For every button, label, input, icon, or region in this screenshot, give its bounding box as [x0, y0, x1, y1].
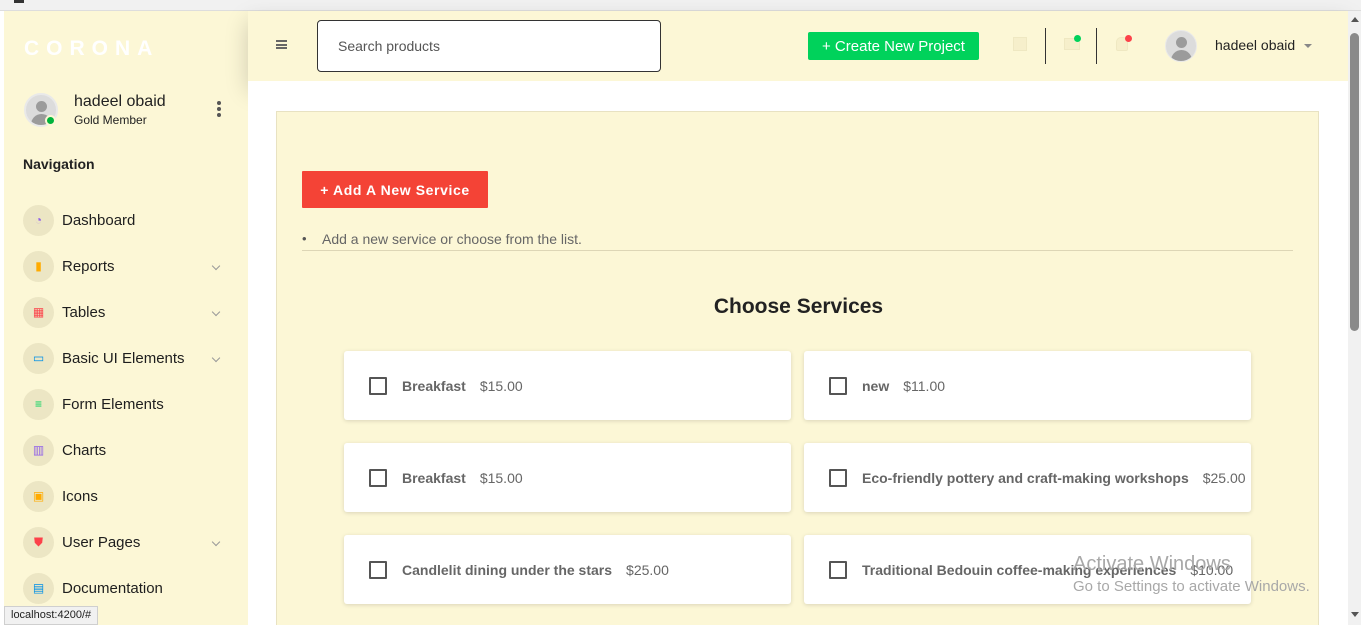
service-option[interactable]: Breakfast $15.00	[344, 443, 791, 512]
email-count-dot	[1074, 35, 1081, 42]
sidebar-item-label: Form Elements	[62, 395, 164, 413]
tab-edge	[14, 0, 24, 3]
chevron-down-icon[interactable]	[211, 261, 221, 271]
service-option[interactable]: Breakfast $15.00	[344, 351, 791, 420]
service-checkbox[interactable]	[369, 376, 387, 395]
speedometer-icon: ◔	[23, 204, 54, 236]
add-service-button[interactable]: + Add A New Service	[302, 171, 488, 208]
brand-logo[interactable]: CORONA	[24, 37, 159, 61]
watermark-title: Activate Windows	[1073, 553, 1231, 575]
profile-name: hadeel obaid	[74, 93, 166, 110]
service-checkbox[interactable]	[829, 560, 847, 579]
bar-chart-icon: ▮	[23, 250, 54, 282]
main-content: + Add A New Service • Add a new service …	[248, 81, 1348, 625]
watermark-subtitle: Go to Settings to activate Windows.	[1073, 578, 1310, 595]
nav-heading: Navigation	[23, 156, 95, 172]
profile-role: Gold Member	[74, 113, 147, 127]
notification-dot	[1125, 35, 1132, 42]
service-name: Breakfast	[402, 469, 466, 486]
search-input[interactable]	[317, 20, 661, 72]
scroll-thumb[interactable]	[1350, 33, 1359, 331]
menu-toggle-icon[interactable]	[276, 40, 287, 49]
chevron-down-icon[interactable]	[211, 537, 221, 547]
page-scrollbar[interactable]	[1348, 11, 1361, 625]
file-document-icon: ▤	[23, 572, 54, 604]
sidebar-item-label: User Pages	[62, 533, 141, 551]
sidebar: CORONA hadeel obaid Gold Member Navigati…	[4, 11, 248, 625]
sidebar-item-label: Documentation	[62, 579, 163, 597]
service-price: $15.00	[479, 469, 523, 486]
top-navbar: + Create New Project hadeel obaid	[248, 11, 1348, 81]
online-status-dot	[45, 115, 56, 126]
sidebar-item-label: Dashboard	[62, 211, 136, 229]
hint-text: Add a new service or choose from the lis…	[322, 231, 582, 247]
sidebar-item-documentation[interactable]: ▤ Documentation	[23, 565, 233, 611]
section-title: Choose Services	[713, 295, 884, 318]
apps-grid-icon[interactable]	[1013, 37, 1027, 51]
sidebar-item-label: Reports	[62, 257, 115, 275]
service-checkbox[interactable]	[829, 376, 847, 395]
service-option[interactable]: Eco-friendly pottery and craft-making wo…	[804, 443, 1251, 512]
sidebar-item-reports[interactable]: ▮ Reports	[23, 243, 233, 289]
scroll-down-icon[interactable]	[1351, 612, 1359, 617]
activation-watermark: Activate Windows Go to Settings to activ…	[1073, 553, 1310, 595]
chevron-down-icon[interactable]	[1304, 44, 1312, 48]
more-vertical-icon[interactable]	[216, 101, 222, 117]
bullet-icon: •	[302, 231, 307, 246]
sidebar-item-label: Icons	[62, 487, 98, 505]
sidebar-profile: hadeel obaid Gold Member	[24, 93, 234, 133]
sidebar-nav: ◔ Dashboard ▮ Reports ▦ Tables ▭ Basic UI Eleme…	[23, 197, 233, 611]
sidebar-item-form-elements[interactable]: ≡ Form Elements	[23, 381, 233, 427]
user-avatar[interactable]	[1165, 30, 1197, 62]
sidebar-item-charts[interactable]: ▥ Charts	[23, 427, 233, 473]
service-checkbox[interactable]	[369, 560, 387, 579]
service-price: $15.00	[479, 377, 523, 394]
user-name[interactable]: hadeel obaid	[1215, 37, 1295, 53]
divider	[1045, 28, 1046, 64]
sidebar-item-icons[interactable]: ▣ Icons	[23, 473, 233, 519]
scroll-up-icon[interactable]	[1351, 17, 1359, 22]
service-name: Candlelit dining under the stars	[402, 561, 613, 578]
sidebar-item-user-pages[interactable]: ⛊ User Pages	[23, 519, 233, 565]
browser-top-strip	[0, 0, 1361, 11]
status-url: localhost:4200/#	[4, 606, 99, 625]
sidebar-item-dashboard[interactable]: ◔ Dashboard	[23, 197, 233, 243]
playlist-icon: ≡	[23, 388, 54, 420]
service-price: $25.00	[1202, 469, 1246, 486]
divider	[1096, 28, 1097, 64]
laptop-icon: ▭	[23, 342, 54, 374]
service-hint: • Add a new service or choose from the l…	[302, 230, 1293, 251]
service-price: $25.00	[626, 561, 669, 578]
chevron-down-icon[interactable]	[211, 307, 221, 317]
sidebar-item-tables[interactable]: ▦ Tables	[23, 289, 233, 335]
sidebar-item-label: Charts	[62, 441, 107, 459]
service-name: new	[862, 377, 890, 394]
table-icon: ▦	[23, 296, 54, 328]
service-name: Breakfast	[402, 377, 466, 394]
services-card: + Add A New Service • Add a new service …	[276, 111, 1319, 625]
service-name: Eco-friendly pottery and craft-making wo…	[862, 469, 1189, 486]
service-option[interactable]: new $11.00	[804, 351, 1251, 420]
create-project-button[interactable]: + Create New Project	[808, 32, 979, 60]
service-option[interactable]: Candlelit dining under the stars $25.00	[344, 535, 791, 604]
service-checkbox[interactable]	[829, 468, 847, 487]
sidebar-item-basic-ui-elements[interactable]: ▭ Basic UI Elements	[23, 335, 233, 381]
chevron-down-icon[interactable]	[211, 353, 221, 363]
service-price: $11.00	[903, 377, 946, 394]
sidebar-item-label: Tables	[62, 303, 106, 321]
contacts-icon: ▣	[23, 480, 54, 512]
service-checkbox[interactable]	[369, 468, 387, 487]
chart-icon: ▥	[23, 434, 54, 466]
sidebar-item-label: Basic UI Elements	[62, 349, 185, 367]
security-icon: ⛊	[23, 526, 54, 558]
